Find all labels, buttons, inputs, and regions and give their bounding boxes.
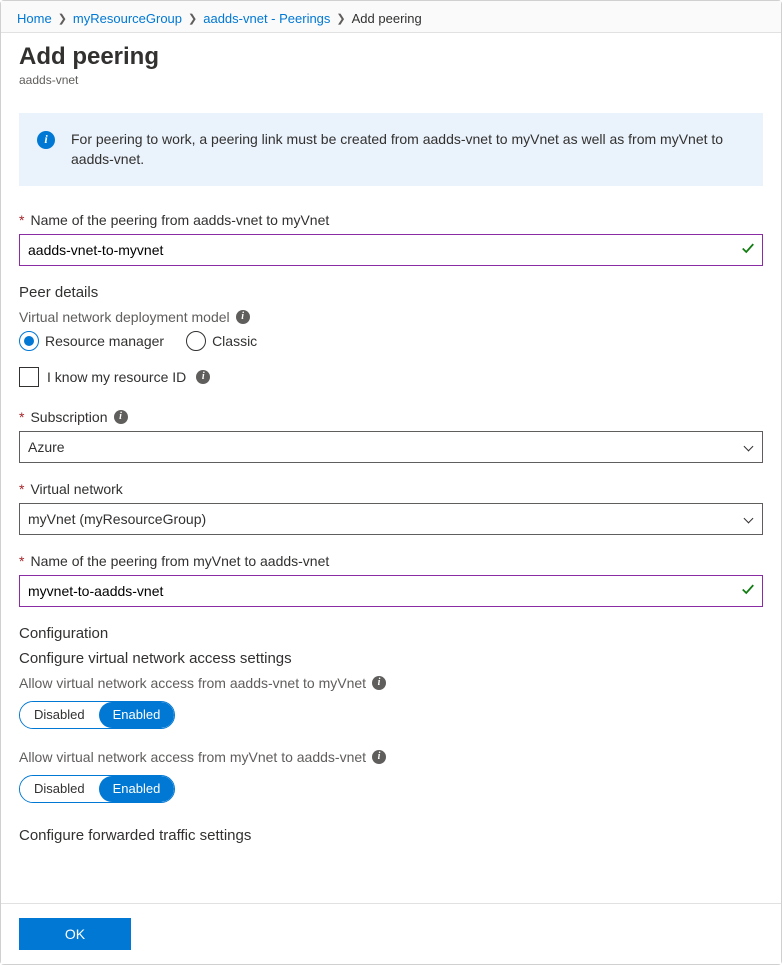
- radio-resource-manager[interactable]: Resource manager: [19, 331, 164, 351]
- virtual-network-select[interactable]: myVnet (myResourceGroup): [19, 503, 763, 535]
- page-title: Add peering: [19, 43, 763, 71]
- subscription-select[interactable]: Azure: [19, 431, 763, 463]
- form-content: i For peering to work, a peering link mu…: [1, 95, 781, 905]
- chevron-right-icon: ❯: [58, 12, 67, 25]
- peer-details-heading: Peer details: [19, 284, 763, 301]
- breadcrumb-resource-group[interactable]: myResourceGroup: [73, 11, 182, 26]
- required-marker: *: [19, 481, 24, 497]
- page-header: Add peering aadds-vnet: [1, 33, 781, 95]
- peering-name-1-input[interactable]: [19, 234, 763, 266]
- info-icon[interactable]: i: [372, 676, 386, 690]
- required-marker: *: [19, 409, 24, 425]
- deployment-model-label: Virtual network deployment model: [19, 309, 230, 325]
- configuration-heading: Configuration: [19, 625, 763, 642]
- virtual-network-label: Virtual network: [30, 481, 122, 497]
- footer: OK: [1, 903, 781, 964]
- subscription-value: Azure: [28, 439, 65, 455]
- access-settings-heading: Configure virtual network access setting…: [19, 650, 763, 667]
- radio-icon: [186, 331, 206, 351]
- allow-access-2-toggle[interactable]: Disabled Enabled: [19, 775, 175, 803]
- radio-classic[interactable]: Classic: [186, 331, 257, 351]
- info-text: For peering to work, a peering link must…: [71, 131, 723, 167]
- breadcrumb-current: Add peering: [352, 11, 422, 26]
- info-icon[interactable]: i: [114, 410, 128, 424]
- breadcrumb: Home ❯ myResourceGroup ❯ aadds-vnet - Pe…: [1, 1, 781, 33]
- info-icon[interactable]: i: [196, 370, 210, 384]
- toggle-disabled-option[interactable]: Disabled: [20, 776, 99, 802]
- chevron-right-icon: ❯: [336, 12, 345, 25]
- subscription-label: Subscription: [30, 409, 107, 425]
- radio-resource-manager-label: Resource manager: [45, 333, 164, 349]
- info-icon[interactable]: i: [236, 310, 250, 324]
- required-marker: *: [19, 212, 24, 228]
- know-resource-id-label: I know my resource ID: [47, 369, 186, 385]
- toggle-enabled-option[interactable]: Enabled: [99, 702, 175, 728]
- know-resource-id-checkbox[interactable]: [19, 367, 39, 387]
- info-icon[interactable]: i: [372, 750, 386, 764]
- peering-name-2-input[interactable]: [19, 575, 763, 607]
- virtual-network-value: myVnet (myResourceGroup): [28, 511, 206, 527]
- info-banner: i For peering to work, a peering link mu…: [19, 113, 763, 186]
- breadcrumb-vnet-peerings[interactable]: aadds-vnet - Peerings: [203, 11, 330, 26]
- allow-access-1-toggle[interactable]: Disabled Enabled: [19, 701, 175, 729]
- chevron-down-icon: [744, 514, 754, 524]
- peering-name-2-label: Name of the peering from myVnet to aadds…: [30, 553, 329, 569]
- toggle-disabled-option[interactable]: Disabled: [20, 702, 99, 728]
- required-marker: *: [19, 553, 24, 569]
- forwarded-traffic-heading: Configure forwarded traffic settings: [19, 827, 763, 844]
- allow-access-2-label: Allow virtual network access from myVnet…: [19, 749, 366, 765]
- radio-classic-label: Classic: [212, 333, 257, 349]
- chevron-down-icon: [744, 442, 754, 452]
- allow-access-1-label: Allow virtual network access from aadds-…: [19, 675, 366, 691]
- radio-icon: [19, 331, 39, 351]
- page-subtitle: aadds-vnet: [19, 73, 763, 87]
- breadcrumb-home[interactable]: Home: [17, 11, 52, 26]
- chevron-right-icon: ❯: [188, 12, 197, 25]
- toggle-enabled-option[interactable]: Enabled: [99, 776, 175, 802]
- peering-name-1-label: Name of the peering from aadds-vnet to m…: [30, 212, 329, 228]
- info-icon: i: [37, 131, 55, 149]
- ok-button[interactable]: OK: [19, 918, 131, 950]
